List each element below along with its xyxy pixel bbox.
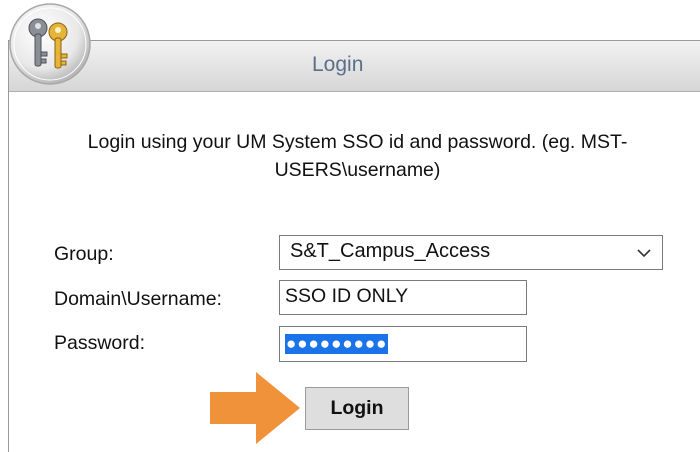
group-select-value: S&T_Campus_Access	[290, 240, 491, 262]
password-mask: ●●●●●●●●●	[285, 334, 389, 354]
login-title: Login	[312, 53, 364, 76]
username-value: SSO ID ONLY	[285, 285, 409, 307]
group-label: Group:	[54, 243, 114, 265]
password-input[interactable]: ●●●●●●●●●	[279, 326, 527, 362]
login-titlebar: Login	[9, 41, 700, 92]
group-select[interactable]: S&T_Campus_Access	[279, 235, 663, 270]
login-button[interactable]: Login	[305, 387, 409, 430]
username-input[interactable]: SSO ID ONLY	[279, 280, 527, 315]
orange-arrow-icon	[210, 372, 300, 444]
keys-icon	[9, 3, 91, 85]
password-label: Password:	[54, 332, 146, 354]
login-instructions: Login using your UM System SSO id and pa…	[87, 131, 628, 181]
chevron-down-icon	[637, 249, 651, 258]
username-label: Domain\Username:	[54, 288, 222, 310]
